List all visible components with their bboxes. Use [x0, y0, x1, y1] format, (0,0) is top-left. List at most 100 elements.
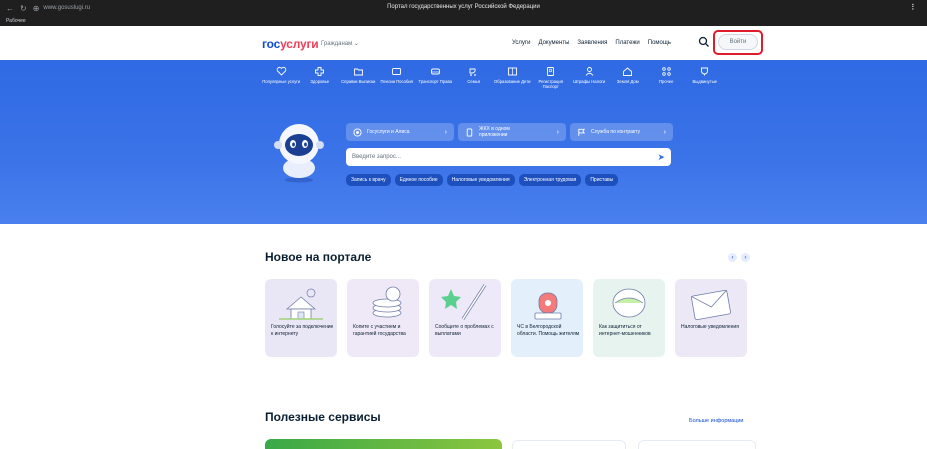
category-item[interactable]: Справки Выписки [339, 66, 378, 89]
site-header: госуслуги Гражданам ⌄ Услуги Документы З… [0, 26, 927, 60]
category-item[interactable]: Земля Дом [609, 66, 648, 89]
new-section-title: Новое на портале [265, 250, 372, 264]
category-label: Регистрация Паспорт [538, 79, 563, 89]
chevron-right-icon[interactable]: › [741, 253, 750, 262]
hero-banner: Популярные услуги Здоровье Справки Выписки… [0, 60, 927, 224]
book-icon [507, 67, 517, 76]
nav-payments[interactable]: Платежи [615, 40, 639, 46]
news-card[interactable]: Налоговые уведомления [675, 279, 747, 357]
address-bar[interactable]: www.gosuslugi.ru [43, 5, 90, 11]
passport-icon [547, 67, 555, 76]
news-cards: Голосуйте за подключение к интернету Коп… [265, 279, 747, 357]
phone-icon [466, 127, 473, 137]
heart-icon [276, 66, 287, 76]
category-label: Справки Выписки [341, 79, 376, 84]
send-arrow-icon[interactable]: ➤ [657, 152, 665, 163]
news-card-text: Голосуйте за подключение к интернету [271, 324, 334, 337]
service-card[interactable] [265, 439, 502, 449]
browser-menu-icon[interactable]: ⠇ [911, 3, 917, 12]
cup-icon [701, 67, 709, 76]
news-card[interactable]: ЧС в Белгородской области. Помощь жителя… [511, 279, 583, 357]
chip-tax-notices[interactable]: Налоговые уведомления [446, 174, 515, 186]
pen-star-illustration [441, 284, 487, 320]
car-icon [430, 68, 440, 75]
category-item[interactable]: Образование Дети [493, 66, 532, 89]
more-info-link[interactable]: Больше информации [689, 418, 744, 424]
category-item[interactable]: Выдвинутые [686, 66, 725, 89]
helmet-illustration [612, 288, 646, 318]
flag-icon [578, 128, 586, 136]
bookmark-folder[interactable]: Рабочее [6, 18, 26, 24]
news-card-text: Сообщите о проблемах с выплатами [435, 324, 494, 337]
chip-e-workbook[interactable]: Электронная трудовая [518, 174, 582, 186]
category-label: Прочее [659, 79, 674, 84]
alice-icon [353, 127, 362, 137]
nav-documents[interactable]: Документы [538, 40, 569, 46]
category-item[interactable]: Популярные услуги [262, 66, 301, 89]
coins-illustration [372, 286, 402, 318]
popular-chips: Запись к врачу Единое пособие Налоговые … [346, 174, 676, 186]
quick-zhkh[interactable]: ЖКХ в одном приложении › [458, 123, 566, 141]
category-item[interactable]: Штрафы Налоги [570, 66, 609, 89]
chip-allowance[interactable]: Единое пособие [394, 174, 443, 186]
news-card[interactable]: Сообщите о проблемах с выплатами [429, 279, 501, 357]
category-label: Пенсии Пособия [380, 79, 413, 84]
house-icon [623, 67, 633, 76]
service-card[interactable] [512, 440, 626, 449]
persona-dropdown[interactable]: Гражданам ⌄ [321, 40, 359, 47]
service-card[interactable] [638, 440, 756, 449]
stroller-icon [469, 68, 477, 76]
logo-part-2: услуги [280, 37, 319, 51]
grid-icon [662, 67, 671, 76]
news-card[interactable]: Копите с участием и гарантией государств… [347, 279, 419, 357]
health-cross-icon [315, 67, 325, 76]
nav-services[interactable]: Услуги [512, 40, 530, 46]
nav-help[interactable]: Помощь [648, 40, 671, 46]
news-card-text: Как защититься от интернет-мошенников [599, 324, 651, 337]
chip-doctor[interactable]: Запись к врачу [346, 174, 391, 186]
folder-icon [353, 68, 363, 76]
window-title: Портал государственных услуг Российской … [387, 4, 540, 10]
chip-bailiffs[interactable]: Приставы [585, 174, 619, 186]
top-nav: Услуги Документы Заявления Платежи Помощ… [512, 40, 671, 46]
quick-contract[interactable]: Служба по контракту › [570, 123, 673, 141]
category-label: Здоровье [310, 79, 330, 84]
category-label: Штрафы Налоги [573, 79, 606, 84]
news-card-text: Налоговые уведомления [681, 324, 739, 330]
category-item[interactable]: Прочее [647, 66, 686, 89]
back-icon[interactable]: ← [6, 4, 14, 13]
category-label: Земля Дом [616, 79, 639, 84]
category-item[interactable]: Здоровье [301, 66, 340, 89]
services-section-title: Полезные сервисы [265, 410, 381, 424]
category-item[interactable]: Регистрация Паспорт [532, 66, 571, 89]
reload-icon[interactable]: ↻ [20, 4, 27, 13]
robot-mascot-icon [274, 124, 324, 183]
logo-part-1: гос [262, 37, 281, 51]
gosuslugi-logo[interactable]: госуслуги [262, 37, 319, 51]
news-card[interactable]: Как защититься от интернет-мошенников [593, 279, 665, 357]
carousel-pager: ‹ › [728, 253, 750, 262]
search-input[interactable]: Введите запрос... ➤ [346, 148, 671, 166]
category-label: Образование Дети [494, 79, 531, 84]
category-item[interactable]: Транспорт Права [416, 66, 455, 89]
news-card[interactable]: Голосуйте за подключение к интернету [265, 279, 337, 357]
quick-contract-label: Служба по контракту [591, 129, 641, 135]
site-info-icon[interactable]: ⊕ [33, 4, 40, 13]
category-item[interactable]: Семья [455, 66, 494, 89]
chevron-right-icon: › [444, 128, 447, 136]
tax-icon [585, 67, 594, 76]
envelope-illustration [691, 289, 731, 321]
chevron-left-icon[interactable]: ‹ [728, 253, 737, 262]
category-label: Популярные услуги [262, 79, 301, 84]
wallet-icon [392, 68, 402, 75]
siren-illustration [534, 292, 562, 320]
category-item[interactable]: Пенсии Пособия [378, 66, 417, 89]
nav-applications[interactable]: Заявления [577, 40, 607, 46]
search-icon[interactable] [698, 36, 710, 48]
search-placeholder: Введите запрос... [352, 154, 401, 160]
quick-alice-label: Госуслуги и Алиса [367, 129, 410, 135]
chevron-right-icon: › [556, 128, 559, 136]
browser-toolbar: ← ↻ ⊕ www.gosuslugi.ru Портал государств… [0, 0, 927, 16]
news-card-text: Копите с участием и гарантией государств… [353, 324, 406, 337]
quick-alice[interactable]: Госуслуги и Алиса › [346, 123, 454, 141]
